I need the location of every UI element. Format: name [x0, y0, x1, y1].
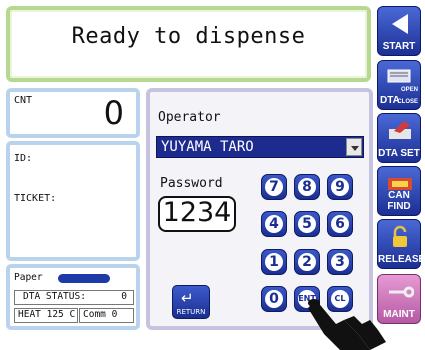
play-back-icon: [392, 14, 408, 34]
operator-value: YUYAMA TARO: [161, 139, 254, 155]
key-5-label: 5: [298, 215, 316, 233]
dta-set-button[interactable]: DTA SET: [377, 113, 421, 163]
ticket-info-panel: ID: TICKET:: [6, 141, 140, 261]
heat-cell: HEAT 125 C: [14, 308, 78, 323]
key-7-label: 7: [265, 178, 283, 196]
key-4-label: 4: [265, 215, 283, 233]
dta-close-label: CLOSE: [397, 99, 418, 105]
operator-label: Operator: [158, 110, 221, 125]
dta-status-label: DTA STATUS:: [23, 291, 86, 302]
key-0-label: 0: [265, 290, 283, 308]
dta-open-label: OPEN: [400, 87, 418, 93]
key-2-label: 2: [298, 253, 316, 271]
key-9-label: 9: [331, 178, 349, 196]
key-3[interactable]: 3: [327, 249, 353, 275]
dta-open-close-button[interactable]: OPEN DTA CLOSE: [377, 60, 421, 110]
release-button[interactable]: RELEASE: [377, 219, 425, 269]
key-8-label: 8: [298, 178, 316, 196]
counter-label: CNT: [14, 95, 33, 106]
counter-value: 0: [103, 94, 124, 132]
return-button[interactable]: ↵ RETURN: [172, 285, 210, 319]
release-label: RELEASE: [378, 254, 425, 265]
wrench-icon: [389, 286, 414, 298]
password-value: 1234: [162, 197, 232, 228]
dta-set-label: DTA SET: [378, 148, 420, 159]
ticket-label: TICKET:: [14, 193, 57, 204]
key-1-label: 1: [265, 253, 283, 271]
key-1[interactable]: 1: [261, 249, 287, 275]
paper-level-indicator: [58, 274, 110, 283]
counter-panel: CNT 0: [6, 88, 140, 138]
can-find-label: CAN FIND: [387, 190, 411, 212]
operator-select[interactable]: YUYAMA TARO: [156, 136, 364, 158]
key-5[interactable]: 5: [294, 211, 320, 237]
start-button[interactable]: START: [377, 6, 421, 56]
comm-cell: Comm 0: [79, 308, 134, 323]
machine-info-panel: Paper DTA STATUS: 0 HEAT 125 C Comm 0: [6, 264, 140, 330]
key-3-label: 3: [331, 253, 349, 271]
comm-label: Comm 0: [83, 309, 118, 320]
password-field[interactable]: 1234: [158, 196, 236, 232]
return-arrow-icon: ↵: [181, 289, 194, 307]
heat-label: HEAT 125 C: [18, 309, 76, 320]
paper-label: Paper: [14, 272, 43, 283]
pointing-hand-icon: [308, 299, 386, 350]
key-4[interactable]: 4: [261, 211, 287, 237]
dta-status-value: 0: [121, 291, 127, 302]
start-label: START: [382, 41, 416, 52]
padlock-icon: [393, 225, 407, 247]
key-9[interactable]: 9: [327, 174, 353, 200]
password-label: Password: [160, 176, 223, 191]
dta-set-icon: [389, 121, 411, 139]
key-8[interactable]: 8: [294, 174, 320, 200]
key-0[interactable]: 0: [261, 286, 287, 312]
key-6-label: 6: [331, 215, 349, 233]
key-6[interactable]: 6: [327, 211, 353, 237]
id-label: ID:: [14, 153, 33, 164]
status-message-panel: Ready to dispense: [6, 6, 371, 82]
status-message: Ready to dispense: [71, 24, 306, 49]
key-7[interactable]: 7: [261, 174, 287, 200]
dropdown-arrow-icon[interactable]: [346, 138, 362, 156]
can-find-button[interactable]: CAN FIND: [377, 166, 421, 216]
dta-status-row: DTA STATUS: 0: [14, 290, 134, 305]
return-label: RETURN: [176, 308, 206, 316]
key-2[interactable]: 2: [294, 249, 320, 275]
